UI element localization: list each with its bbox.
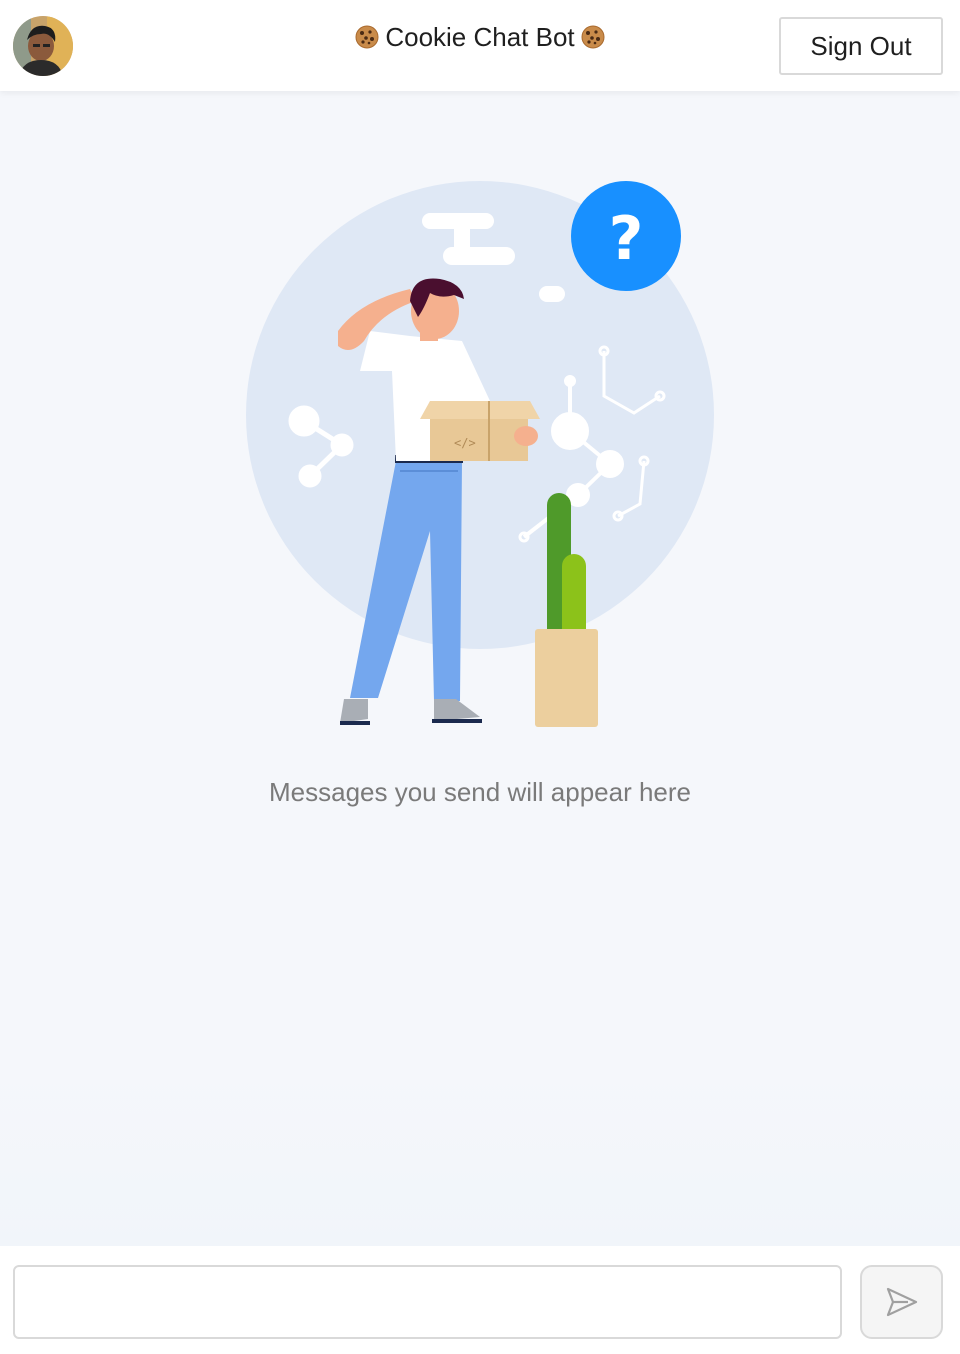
svg-text:</>: </> (454, 436, 476, 450)
sign-out-button[interactable]: Sign Out (779, 17, 943, 75)
app-header: Cookie Chat Bot Sign Out (0, 0, 960, 91)
message-area: ? </> Messages you send will appear here (0, 91, 960, 1246)
svg-text:?: ? (609, 204, 644, 274)
send-button[interactable] (860, 1265, 943, 1339)
message-input[interactable] (13, 1265, 842, 1339)
send-icon (886, 1287, 917, 1317)
empty-state-illustration: ? </> (246, 181, 714, 727)
title-text: Cookie Chat Bot (385, 22, 575, 52)
cookie-icon (355, 25, 379, 49)
message-composer (0, 1246, 960, 1354)
chat-app: Cookie Chat Bot Sign Out ? </> Messages … (0, 0, 960, 1354)
empty-state-message: Messages you send will appear here (268, 777, 692, 807)
cookie-icon (581, 25, 605, 49)
